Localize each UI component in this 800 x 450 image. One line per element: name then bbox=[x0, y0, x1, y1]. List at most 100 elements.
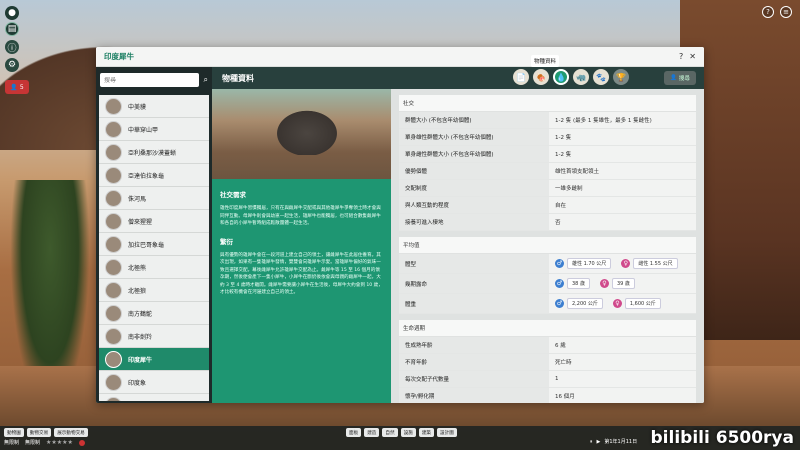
info-icon[interactable]: ⓘ bbox=[5, 40, 19, 54]
stat-value: 死亡時 bbox=[555, 360, 572, 366]
tab-icon[interactable]: 🐾 bbox=[593, 69, 609, 85]
info-search-button[interactable]: 👤 搜尋 bbox=[664, 71, 696, 85]
stat-value: 自在 bbox=[555, 203, 567, 209]
build-menu-button[interactable]: 設計圖 bbox=[437, 428, 457, 437]
settings-icon[interactable]: ⚙ bbox=[5, 58, 19, 72]
tab-icon[interactable]: 🏆 bbox=[613, 69, 629, 85]
list-item[interactable]: 加拉巴哥象龜 bbox=[99, 233, 209, 256]
menu-circle-icon[interactable]: ≡ bbox=[780, 6, 792, 18]
list-item[interactable]: 北極熊 bbox=[99, 256, 209, 279]
stat-value: 1-2 隻 bbox=[555, 152, 572, 158]
table-row: 體重 ♂ 2,200 公斤 ♀ 1,600 公斤 bbox=[399, 294, 696, 314]
watermark: bilibili 6500rya bbox=[650, 428, 794, 448]
zoo-hud-icon[interactable]: ● bbox=[5, 6, 19, 20]
table-row: 懷孕/孵化期 16 個月 bbox=[399, 388, 696, 403]
status-unlimited-2: 無限制 bbox=[25, 440, 41, 446]
list-item-label: 北極熊 bbox=[128, 264, 147, 272]
animal-list: 中美貘中華穿山甲 亞利桑那沙漠蓋蜥 亞達伯拉象龜 侏河馬僧來猩猩加拉巴哥象龜北極熊北極… bbox=[99, 95, 209, 401]
animal-thumbnail bbox=[105, 97, 122, 115]
female-icon: ♀ bbox=[621, 259, 631, 268]
animal-list-panel: ⌕ 中美貘中華穿山甲亞利桑那沙漠蓋蜥亞達伯拉象龜侏河馬僧來猩猩加拉巴哥象龜北極熊… bbox=[96, 67, 212, 403]
toolbar-button[interactable]: 動物園 bbox=[4, 428, 24, 437]
stat-key: 與人類互動的程度 bbox=[399, 197, 549, 213]
animal-thumbnail bbox=[105, 143, 122, 161]
list-item[interactable]: 南非劍羚 bbox=[99, 325, 209, 348]
user-icon: 👤 bbox=[670, 75, 677, 81]
window-titlebar: 印度犀牛 ? ✕ bbox=[96, 47, 704, 67]
animal-thumbnail bbox=[105, 235, 122, 253]
animal-photo bbox=[212, 89, 391, 179]
toolbar-button[interactable]: 展示動物交易 bbox=[54, 428, 88, 437]
list-item[interactable]: 亞達伯拉象龜 bbox=[99, 164, 209, 187]
list-item[interactable]: 侏河馬 bbox=[99, 187, 209, 210]
table-row: 群體大小 (不包含年幼個體) 1-2 隻 (最多 1 隻雄性，最多 1 隻雌性) bbox=[399, 112, 696, 129]
animal-thumbnail bbox=[105, 373, 122, 391]
play-icon[interactable]: ▶ bbox=[597, 439, 601, 445]
search-box[interactable] bbox=[100, 73, 199, 87]
table-row: 不育年齡 死亡時 bbox=[399, 354, 696, 371]
help-circle-icon[interactable]: ? bbox=[762, 6, 774, 18]
build-menu-button[interactable]: 建築 bbox=[418, 428, 435, 437]
close-button[interactable]: ✕ bbox=[689, 52, 696, 61]
search-input[interactable] bbox=[104, 76, 195, 84]
tab-icon[interactable]: 📄 bbox=[513, 69, 529, 85]
stat-key: 接養可進入棲地 bbox=[399, 214, 549, 230]
toolbar-button[interactable]: 動物交易 bbox=[26, 428, 52, 437]
list-item[interactable]: 印度犀牛 bbox=[99, 348, 209, 371]
tab-icon[interactable]: 💧 bbox=[553, 69, 569, 85]
tab-icon[interactable]: 🦏 bbox=[573, 69, 589, 85]
build-menu-button[interactable]: 建造 bbox=[364, 428, 380, 437]
list-item[interactable]: 中華穿山甲 bbox=[99, 118, 209, 141]
male-stat: ♂ 2,200 公斤 bbox=[555, 298, 603, 309]
animal-thumbnail bbox=[105, 396, 122, 401]
build-menu-button[interactable]: 設施 bbox=[400, 428, 416, 437]
guest-alert-icon[interactable]: 👤 5 bbox=[5, 80, 29, 94]
male-value: 2,200 公斤 bbox=[567, 298, 603, 309]
build-menu-button[interactable]: 自然 bbox=[382, 428, 398, 437]
list-item-label: 叉角羚 bbox=[128, 401, 146, 402]
tab-icon[interactable]: 🍖 bbox=[533, 69, 549, 85]
table-row: 每次交配子代數量 1 bbox=[399, 371, 696, 388]
stat-value: ♂ 2,200 公斤 ♀ 1,600 公斤 bbox=[549, 298, 696, 309]
table-row: 優勢個體 雄性首領支配領土 bbox=[399, 163, 696, 180]
stat-key: 每次交配子代數量 bbox=[399, 371, 549, 387]
average-section-heading: 平均值 bbox=[399, 237, 696, 254]
help-button[interactable]: ? bbox=[679, 52, 683, 61]
life-section-heading: 生命週期 bbox=[399, 320, 696, 337]
animal-thumbnail bbox=[105, 189, 122, 207]
window-title: 印度犀牛 bbox=[104, 52, 134, 61]
male-value: 雄性 1.70 公尺 bbox=[567, 258, 612, 269]
pause-icon[interactable]: ⏸ bbox=[590, 439, 593, 445]
animal-thumbnail bbox=[105, 350, 122, 368]
list-item-label: 印度象 bbox=[128, 379, 147, 387]
list-item[interactable]: 北極狼 bbox=[99, 279, 209, 302]
table-row: 單身雌性群體大小 (不包含年幼個體) 1-2 隻 bbox=[399, 146, 696, 163]
build-menu-button[interactable]: 面板 bbox=[346, 428, 362, 437]
stat-key: 交配制度 bbox=[399, 180, 549, 196]
zoo-rating-stars: ★★★★★ bbox=[46, 439, 73, 446]
list-item[interactable]: 南方鶴鴕 bbox=[99, 302, 209, 325]
male-stat: ♂ 38 歲 bbox=[555, 278, 590, 289]
list-item[interactable]: 印度象 bbox=[99, 371, 209, 394]
list-item[interactable]: 僧來猩猩 bbox=[99, 210, 209, 233]
animal-thumbnail bbox=[105, 212, 122, 230]
list-item[interactable]: 亞利桑那沙漠蓋蜥 bbox=[99, 141, 209, 164]
date-display: 第1年1月11日 bbox=[604, 439, 638, 445]
animal-thumbnail bbox=[105, 281, 122, 299]
info-tabs: 📄 🍖 💧 🦏 🐾 🏆 bbox=[513, 69, 629, 85]
search-icon[interactable]: ⌕ bbox=[204, 75, 208, 85]
stat-key: 不育年齡 bbox=[399, 354, 549, 370]
social-heading: 社交需求 bbox=[220, 191, 246, 199]
alert-dot-icon[interactable] bbox=[78, 439, 85, 446]
stat-key: 群體大小 (不包含年幼個體) bbox=[399, 112, 549, 128]
list-item[interactable]: 叉角羚 bbox=[99, 394, 209, 401]
list-item-label: 僧來猩猩 bbox=[128, 218, 153, 226]
list-item-label: 中美貘 bbox=[128, 103, 147, 111]
stat-key: 體型 bbox=[399, 254, 549, 273]
social-section-heading: 社交 bbox=[399, 95, 696, 112]
list-item[interactable]: 中美貘 bbox=[99, 95, 209, 118]
stat-key: 優勢個體 bbox=[399, 163, 549, 179]
tab-tooltip: 物種資料 bbox=[531, 55, 560, 67]
table-row: 體型 ♂ 雄性 1.70 公尺 ♀ 雌性 1.55 公尺 bbox=[399, 254, 696, 274]
zoopedia-icon[interactable]: ▤ bbox=[5, 22, 19, 36]
